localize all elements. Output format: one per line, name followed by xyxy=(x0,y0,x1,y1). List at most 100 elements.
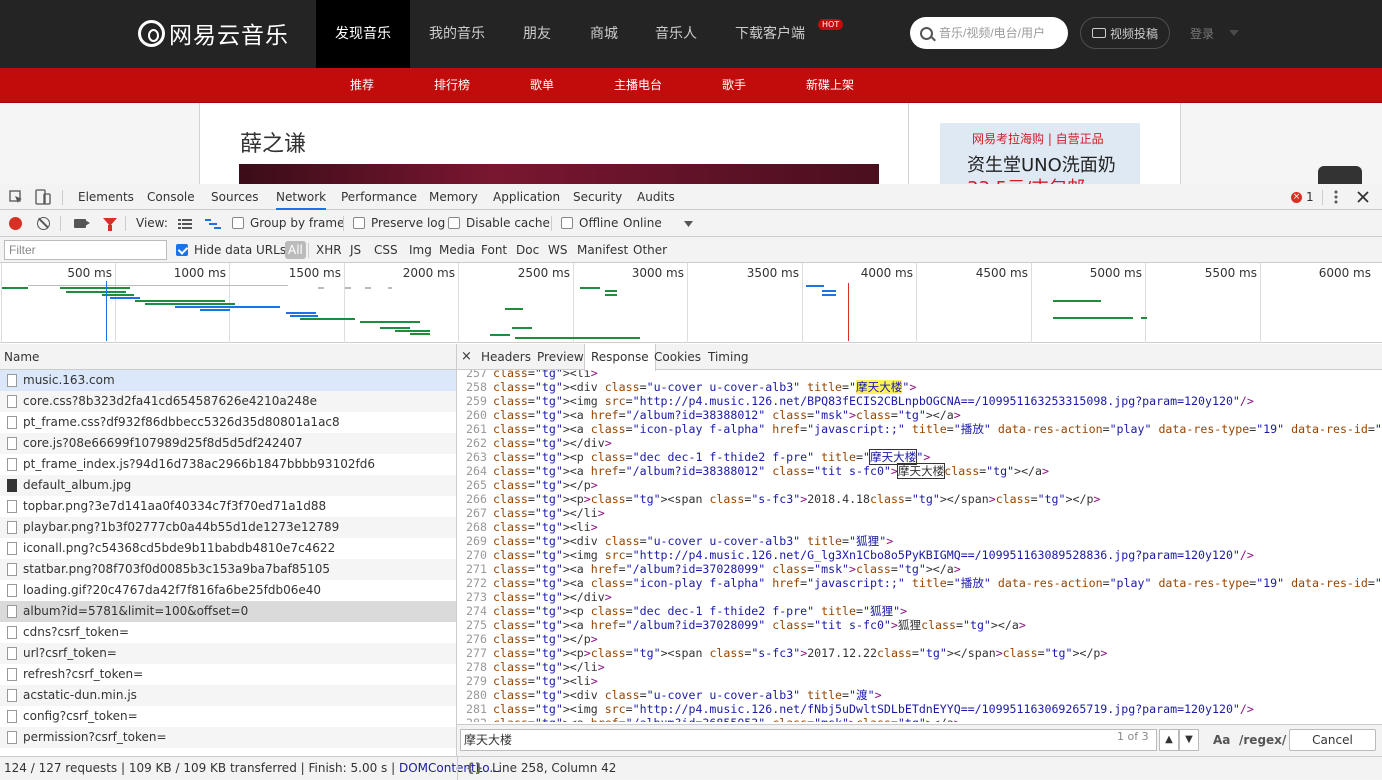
disable-cache-label[interactable]: Disable cache xyxy=(466,210,550,237)
group-by-frame-label[interactable]: Group by frame xyxy=(250,210,344,237)
login-link[interactable]: 登录 xyxy=(1190,0,1214,68)
site-logo[interactable]: 网易云音乐 xyxy=(138,16,289,50)
request-row[interactable]: album?id=5781&limit=100&offset=0 xyxy=(0,601,456,622)
filter-type-font[interactable]: Font xyxy=(481,237,507,263)
clear-icon[interactable] xyxy=(37,217,50,230)
throttling-select[interactable]: Online xyxy=(623,210,662,237)
site-search-box[interactable] xyxy=(910,17,1068,49)
group-by-frame-checkbox[interactable] xyxy=(232,217,244,229)
detail-tab-preview[interactable]: Preview xyxy=(537,344,584,370)
detail-tab-timing[interactable]: Timing xyxy=(708,344,749,370)
inspect-element-icon[interactable] xyxy=(9,190,23,204)
request-row[interactable]: url?csrf_token= xyxy=(0,643,456,664)
preserve-log-label[interactable]: Preserve log xyxy=(371,210,445,237)
login-caret-icon[interactable] xyxy=(1229,30,1239,36)
advertisement[interactable]: 网易考拉海购 | 自营正品 资生堂UNO洗面奶 33.5元/支包邮 xyxy=(940,123,1140,184)
filter-type-media[interactable]: Media xyxy=(439,237,475,263)
request-row[interactable]: default_album.jpg xyxy=(0,475,456,496)
subnav-charts[interactable]: 排行榜 xyxy=(434,68,470,103)
detail-tab-cookies[interactable]: Cookies xyxy=(654,344,701,370)
hide-data-urls-checkbox[interactable] xyxy=(176,244,188,256)
match-case-button[interactable]: Aa xyxy=(1213,733,1230,747)
nav-my-music[interactable]: 我的音乐 xyxy=(429,0,485,68)
offline-checkbox[interactable] xyxy=(561,217,573,229)
request-row[interactable]: iconall.png?c54368cd5bde9b11babdb4810e7c… xyxy=(0,538,456,559)
network-overview-timeline[interactable]: 500 ms 1000 ms 1500 ms 2000 ms 2500 ms 3… xyxy=(0,263,1382,343)
tab-network[interactable]: Network xyxy=(276,184,327,210)
name-column-header[interactable]: Name xyxy=(0,344,456,370)
nav-download-client[interactable]: 下载客户端 xyxy=(735,0,805,68)
close-devtools-icon[interactable] xyxy=(1357,191,1369,203)
regex-button[interactable]: /regex/ xyxy=(1239,733,1286,747)
tab-elements[interactable]: Elements xyxy=(78,184,134,210)
cancel-search-button[interactable]: Cancel xyxy=(1289,729,1376,751)
record-icon[interactable] xyxy=(9,217,22,230)
detail-tab-response[interactable]: Response xyxy=(584,344,656,371)
request-row[interactable]: pt_frame.css?df932f86dbbecc5326d35d80801… xyxy=(0,412,456,433)
search-next-button[interactable]: ▼ xyxy=(1179,729,1199,751)
tab-application[interactable]: Application xyxy=(493,184,560,210)
request-row[interactable]: acstatic-dun.min.js xyxy=(0,685,456,706)
tab-console[interactable]: Console xyxy=(147,184,195,210)
nav-discover-music[interactable]: 发现音乐 xyxy=(316,0,410,68)
request-row[interactable]: pt_frame_index.js?94d16d738ac2966b1847bb… xyxy=(0,454,456,475)
filter-type-css[interactable]: CSS xyxy=(374,237,398,263)
filter-type-xhr[interactable]: XHR xyxy=(316,237,342,263)
chevron-down-icon[interactable] xyxy=(684,221,693,227)
request-row[interactable]: statbar.png?08f703f0d0085b3c153a9ba7baf8… xyxy=(0,559,456,580)
tab-audits[interactable]: Audits xyxy=(637,184,675,210)
filter-type-doc[interactable]: Doc xyxy=(516,237,539,263)
error-icon[interactable]: × xyxy=(1291,192,1302,203)
filter-icon[interactable] xyxy=(103,218,117,231)
filter-type-other[interactable]: Other xyxy=(633,237,667,263)
filter-type-manifest[interactable]: Manifest xyxy=(577,237,628,263)
hide-data-urls-label[interactable]: Hide data URLs xyxy=(194,237,286,263)
timeline-gridline xyxy=(1031,263,1032,343)
filter-type-img[interactable]: Img xyxy=(409,237,432,263)
filter-input[interactable] xyxy=(4,240,167,260)
request-row[interactable]: playbar.png?1b3f02777cb0a44b55d1de1273e1… xyxy=(0,517,456,538)
response-search-input[interactable]: 摩天大楼 xyxy=(460,729,1157,751)
request-row[interactable]: cdns?csrf_token= xyxy=(0,622,456,643)
nav-musician[interactable]: 音乐人 xyxy=(655,0,697,68)
filter-type-ws[interactable]: WS xyxy=(548,237,567,263)
video-upload-button[interactable]: 视频投稿 xyxy=(1080,17,1170,49)
request-row[interactable]: core.js?08e66699f107989d25f8d5d5df242407 xyxy=(0,433,456,454)
request-row[interactable]: loading.gif?20c4767da42f7f816fa6be25fdb0… xyxy=(0,580,456,601)
nav-store[interactable]: 商城 xyxy=(590,0,618,68)
more-options-icon[interactable] xyxy=(1332,190,1340,205)
dom-content-loaded-link[interactable]: DOMContentLo... xyxy=(399,761,501,775)
subnav-new-albums[interactable]: 新碟上架 xyxy=(806,68,854,103)
request-row[interactable]: config?csrf_token= xyxy=(0,706,456,727)
tab-sources[interactable]: Sources xyxy=(211,184,258,210)
close-detail-icon[interactable]: × xyxy=(461,344,472,370)
pretty-print-button[interactable]: {} xyxy=(466,757,483,780)
subnav-playlists[interactable]: 歌单 xyxy=(530,68,554,103)
filter-type-all[interactable]: All xyxy=(285,241,306,259)
request-row[interactable]: music.163.com xyxy=(0,370,456,391)
capture-screenshots-icon[interactable] xyxy=(74,219,86,228)
error-count[interactable]: 1 xyxy=(1306,190,1314,204)
tab-performance[interactable]: Performance xyxy=(341,184,417,210)
request-row[interactable]: core.css?8b323d2fa41cd654587626e4210a248… xyxy=(0,391,456,412)
device-toolbar-icon[interactable] xyxy=(35,189,51,205)
response-source-view[interactable]: 257 class="tg"><li> 258 class="tg"><div cla… xyxy=(457,370,1382,722)
waterfall-view-icon[interactable] xyxy=(205,218,221,230)
tab-memory[interactable]: Memory xyxy=(429,184,478,210)
subnav-artists[interactable]: 歌手 xyxy=(722,68,746,103)
filter-type-js[interactable]: JS xyxy=(350,237,361,263)
offline-label[interactable]: Offline xyxy=(579,210,618,237)
request-row[interactable]: topbar.png?3e7d141aa0f40334c7f3f70ed71a1… xyxy=(0,496,456,517)
disable-cache-checkbox[interactable] xyxy=(448,217,460,229)
detail-tab-headers[interactable]: Headers xyxy=(481,344,531,370)
request-row[interactable]: refresh?csrf_token= xyxy=(0,664,456,685)
nav-friends[interactable]: 朋友 xyxy=(523,0,551,68)
search-prev-button[interactable]: ▲ xyxy=(1159,729,1179,751)
request-row[interactable]: permission?csrf_token= xyxy=(0,727,456,748)
tab-security[interactable]: Security xyxy=(573,184,622,210)
site-search-input[interactable] xyxy=(939,26,1059,40)
preserve-log-checkbox[interactable] xyxy=(353,217,365,229)
subnav-recommend[interactable]: 推荐 xyxy=(350,68,374,103)
subnav-radio[interactable]: 主播电台 xyxy=(614,68,662,103)
large-rows-icon[interactable] xyxy=(178,218,192,230)
